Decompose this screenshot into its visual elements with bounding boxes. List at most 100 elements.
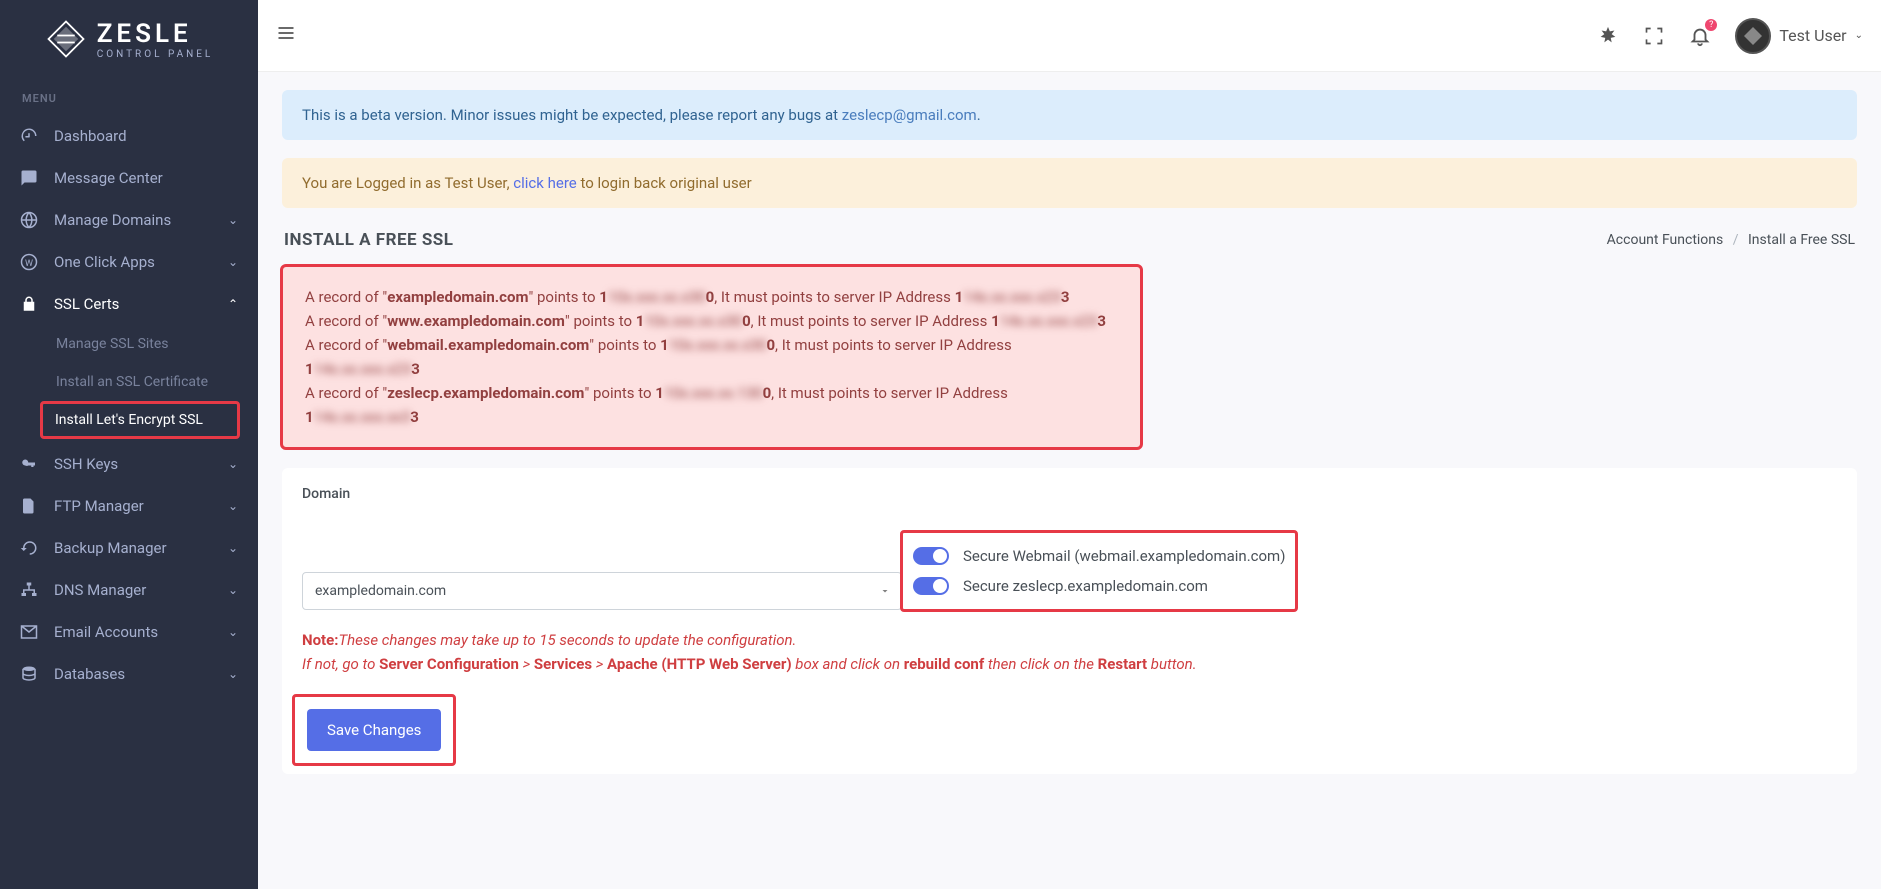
sidebar-item-label: DNS Manager <box>54 581 146 599</box>
sidebar-item-dns[interactable]: DNS Manager ⌄ <box>0 569 258 611</box>
dns-error-box: A record of "exampledomain.com" points t… <box>280 264 1143 450</box>
database-icon <box>20 665 38 683</box>
menu-heading: MENU <box>0 78 258 115</box>
note-line: These changes may take up to 15 seconds … <box>338 631 796 649</box>
nav-list: Dashboard Message Center Manage Domains … <box>0 115 258 695</box>
user-menu[interactable]: Test User ⌄ <box>1735 18 1863 54</box>
chevron-down-icon: ⌄ <box>228 499 238 513</box>
avatar-icon <box>1735 18 1771 54</box>
note-strong: Services <box>534 655 592 673</box>
alert-text: This is a beta version. Minor issues mig… <box>302 106 842 124</box>
note-strong: Restart <box>1098 655 1147 673</box>
note-label: Note: <box>302 631 338 649</box>
sidebar-item-domains[interactable]: Manage Domains ⌄ <box>0 199 258 241</box>
sidebar-item-backup[interactable]: Backup Manager ⌄ <box>0 527 258 569</box>
note-line: If not, go to <box>302 655 379 673</box>
history-icon <box>20 539 38 557</box>
sidebar-item-label: One Click Apps <box>54 253 155 271</box>
sidebar-item-label: Dashboard <box>54 127 127 145</box>
sidebar-item-label: Message Center <box>54 169 163 187</box>
save-button[interactable]: Save Changes <box>307 709 441 751</box>
subnav-letsencrypt[interactable]: Install Let's Encrypt SSL <box>40 401 240 439</box>
login-back-link[interactable]: click here <box>513 174 576 192</box>
note-strong: rebuild conf <box>904 655 984 673</box>
toggle-zeslecp[interactable] <box>913 577 949 595</box>
sidebar: ZESLE CONTROL PANEL MENU Dashboard Messa… <box>0 0 258 889</box>
note-strong: Server Configuration <box>379 655 519 673</box>
brand-sub: CONTROL PANEL <box>97 49 214 60</box>
fullscreen-icon[interactable] <box>1643 25 1665 47</box>
sidebar-item-dashboard[interactable]: Dashboard <box>0 115 258 157</box>
ssl-subnav: Manage SSL Sites Install an SSL Certific… <box>0 325 258 439</box>
envelope-icon <box>20 623 38 641</box>
ssl-form: Domain exampledomain.com Secure Webmail … <box>282 468 1857 774</box>
note-line: button. <box>1147 655 1196 673</box>
chat-icon <box>20 169 38 187</box>
toggle-label: Secure Webmail (webmail.exampledomain.co… <box>963 547 1285 565</box>
note-line: box and click on <box>792 655 904 673</box>
brand-name: ZESLE <box>97 19 214 49</box>
sidebar-item-label: Backup Manager <box>54 539 167 557</box>
notification-badge: ? <box>1705 19 1717 31</box>
user-name: Test User <box>1779 26 1846 45</box>
sidebar-item-label: SSL Certs <box>54 295 119 313</box>
chevron-down-icon: ⌄ <box>228 583 238 597</box>
toggle-label: Secure zeslecp.exampledomain.com <box>963 577 1208 595</box>
note-line: then click on the <box>984 655 1097 673</box>
sidebar-item-label: FTP Manager <box>54 497 144 515</box>
note-line: > <box>519 655 534 673</box>
alert-text: You are Logged in as Test User, <box>302 174 513 192</box>
crumb-current: Install a Free SSL <box>1748 232 1855 248</box>
subnav-manage-ssl[interactable]: Manage SSL Sites <box>0 325 258 363</box>
wordpress-icon: W <box>20 253 38 271</box>
beta-alert: This is a beta version. Minor issues mig… <box>282 90 1857 140</box>
save-highlight: Save Changes <box>292 694 456 766</box>
crumb-parent[interactable]: Account Functions <box>1607 232 1724 248</box>
sidebar-item-ssl[interactable]: SSL Certs ⌃ <box>0 283 258 325</box>
sidebar-item-messages[interactable]: Message Center <box>0 157 258 199</box>
sidebar-item-label: Databases <box>54 665 125 683</box>
leaf-icon[interactable] <box>1597 25 1619 47</box>
sidebar-item-ssh[interactable]: SSH Keys ⌄ <box>0 443 258 485</box>
chevron-down-icon: ⌄ <box>1855 30 1863 41</box>
sidebar-item-label: Manage Domains <box>54 211 171 229</box>
chevron-down-icon: ⌄ <box>228 255 238 269</box>
toggle-webmail[interactable] <box>913 547 949 565</box>
chevron-down-icon: ⌄ <box>228 625 238 639</box>
sidebar-item-ftp[interactable]: FTP Manager ⌄ <box>0 485 258 527</box>
note-strong: Apache (HTTP Web Server) <box>607 655 792 673</box>
sidebar-item-apps[interactable]: W One Click Apps ⌄ <box>0 241 258 283</box>
sidebar-item-label: Email Accounts <box>54 623 158 641</box>
sitemap-icon <box>20 581 38 599</box>
menu-toggle-icon[interactable] <box>276 23 296 48</box>
file-icon <box>20 497 38 515</box>
sidebar-item-db[interactable]: Databases ⌄ <box>0 653 258 695</box>
lock-icon <box>20 295 38 313</box>
chevron-down-icon: ⌄ <box>228 457 238 471</box>
alert-text: . <box>977 106 981 124</box>
sidebar-item-email[interactable]: Email Accounts ⌄ <box>0 611 258 653</box>
logo-icon <box>45 18 87 60</box>
note-text: Note:These changes may take up to 15 sec… <box>302 628 1837 676</box>
sidebar-item-label: SSH Keys <box>54 455 118 473</box>
svg-text:W: W <box>25 259 33 269</box>
subnav-install-ssl[interactable]: Install an SSL Certificate <box>0 363 258 401</box>
alert-text: to login back original user <box>577 174 752 192</box>
chevron-down-icon: ⌄ <box>228 667 238 681</box>
beta-email-link[interactable]: zeslecp@gmail.com <box>842 106 977 124</box>
topbar: ? Test User ⌄ <box>258 0 1881 72</box>
login-alert: You are Logged in as Test User, click he… <box>282 158 1857 208</box>
chevron-down-icon: ⌄ <box>228 213 238 227</box>
page-title: INSTALL A FREE SSL <box>284 230 453 250</box>
brand-logo[interactable]: ZESLE CONTROL PANEL <box>0 0 258 78</box>
note-line: > <box>592 655 607 673</box>
globe-icon <box>20 211 38 229</box>
chevron-up-icon: ⌃ <box>228 297 238 311</box>
bell-icon[interactable]: ? <box>1689 25 1711 47</box>
domain-select[interactable]: exampledomain.com <box>302 572 902 610</box>
gauge-icon <box>20 127 38 145</box>
domain-label: Domain <box>302 486 1837 502</box>
breadcrumb: Account Functions / Install a Free SSL <box>1607 232 1855 248</box>
chevron-down-icon: ⌄ <box>228 541 238 555</box>
toggles-highlight: Secure Webmail (webmail.exampledomain.co… <box>900 530 1298 612</box>
